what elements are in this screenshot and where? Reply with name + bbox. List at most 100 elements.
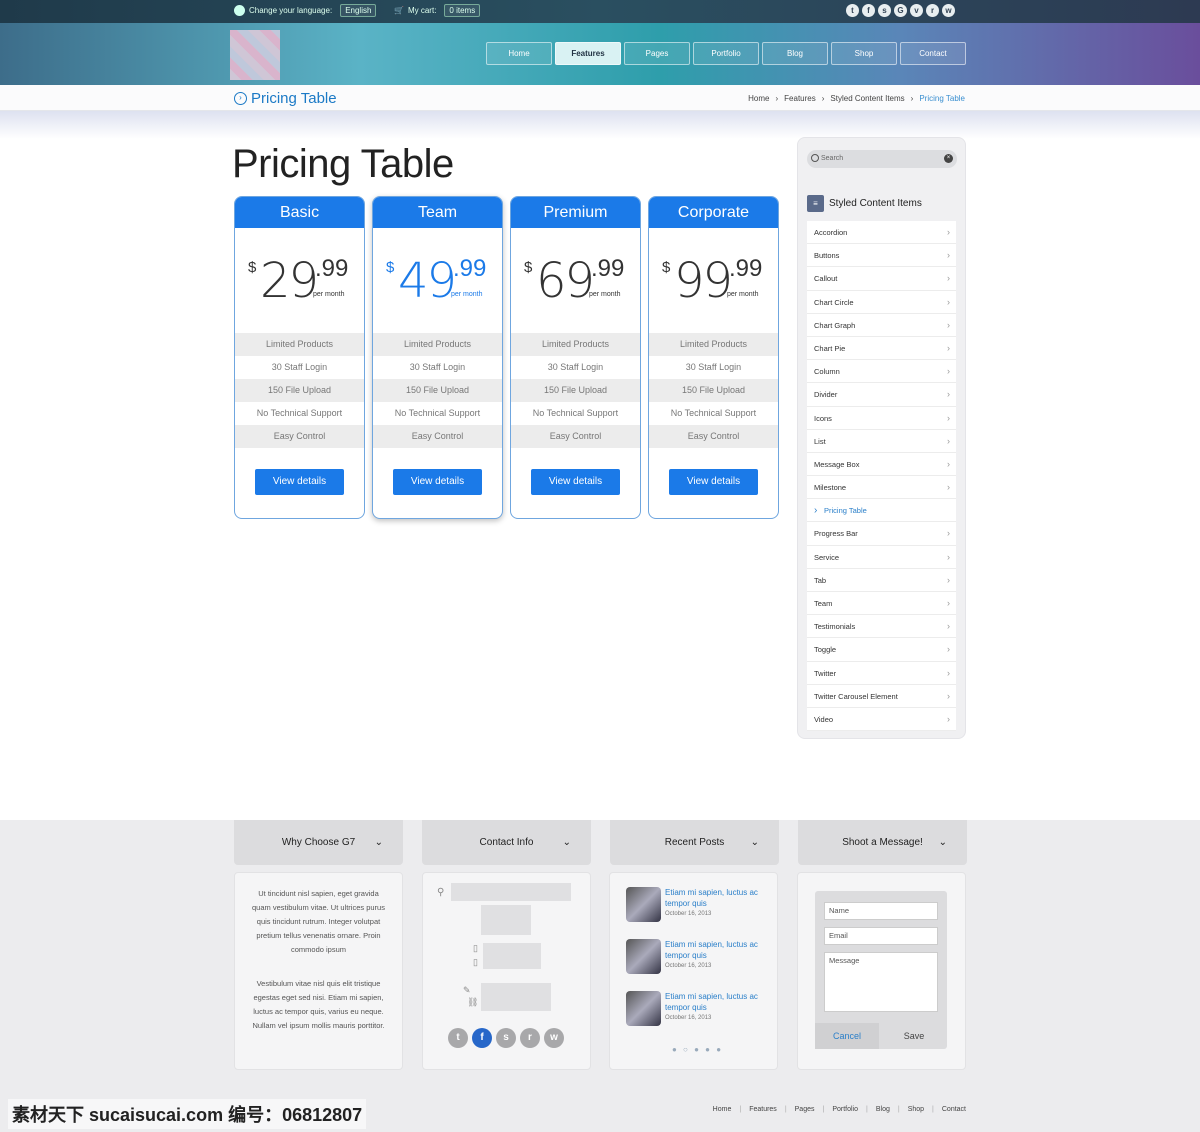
main-nav: Home Features Pages Portfolio Blog Shop … bbox=[486, 42, 966, 65]
sidebar-item[interactable]: Column bbox=[807, 360, 956, 384]
recent-post[interactable]: Etiam mi sapien, luctus ac tempor quis O… bbox=[626, 991, 766, 1033]
sidebar-item[interactable]: Toggle bbox=[807, 638, 956, 662]
price-period: per month bbox=[313, 291, 345, 298]
page-heading: Pricing Table bbox=[232, 142, 454, 186]
watermark: 素材天下 sucaisucai.com 编号：06812807 bbox=[8, 1099, 367, 1129]
nav-blog[interactable]: Blog bbox=[762, 42, 828, 65]
cart-dropdown[interactable]: 0 items bbox=[444, 4, 481, 17]
sidebar-item[interactable]: Message Box bbox=[807, 453, 956, 477]
recent-post[interactable]: Etiam mi sapien, luctus ac tempor quis O… bbox=[626, 887, 766, 929]
sidebar-item[interactable]: Chart Graph bbox=[807, 314, 956, 337]
breadcrumb-styled[interactable]: Styled Content Items bbox=[830, 94, 904, 103]
price-integer: 49 bbox=[398, 253, 457, 309]
footer-tab-posts[interactable]: Recent Posts ⌄ bbox=[610, 820, 779, 865]
footer-tab-message[interactable]: Shoot a Message! ⌄ bbox=[798, 820, 967, 865]
sidebar-item[interactable]: Video bbox=[807, 708, 956, 732]
price-currency: $ bbox=[524, 259, 533, 276]
breadcrumb-home[interactable]: Home bbox=[748, 94, 769, 103]
sidebar-item[interactable]: Buttons bbox=[807, 244, 956, 268]
site-logo[interactable] bbox=[230, 30, 280, 80]
sidebar-item[interactable]: Icons bbox=[807, 407, 956, 430]
breadcrumb-features[interactable]: Features bbox=[784, 94, 816, 103]
nav-pages[interactable]: Pages bbox=[624, 42, 690, 65]
google-icon[interactable]: G bbox=[894, 4, 907, 17]
view-details-button[interactable]: View details bbox=[669, 469, 758, 495]
footer-nav-features[interactable]: Features bbox=[749, 1106, 777, 1113]
recent-post[interactable]: Etiam mi sapien, luctus ac tempor quis O… bbox=[626, 939, 766, 981]
sidebar-item[interactable]: Twitter bbox=[807, 662, 956, 685]
twitter-icon[interactable]: t bbox=[448, 1028, 468, 1048]
sidebar-item[interactable]: List bbox=[807, 430, 956, 453]
rss-icon[interactable]: r bbox=[520, 1028, 540, 1048]
nav-features[interactable]: Features bbox=[555, 42, 621, 65]
nav-shop[interactable]: Shop bbox=[831, 42, 897, 65]
sidebar-item[interactable]: Team bbox=[807, 592, 956, 616]
email-field[interactable]: Email bbox=[824, 927, 938, 945]
name-field[interactable]: Name bbox=[824, 902, 938, 920]
search-icon bbox=[811, 154, 819, 162]
sidebar-item[interactable]: Testimonials bbox=[807, 615, 956, 639]
mobile-icon: ▯ bbox=[473, 957, 478, 967]
feature-item: Limited Products bbox=[235, 333, 364, 356]
post-title[interactable]: Etiam mi sapien, luctus ac tempor quis bbox=[665, 991, 766, 1013]
language-dropdown[interactable]: English bbox=[340, 4, 377, 17]
skype-icon[interactable]: s bbox=[496, 1028, 516, 1048]
sidebar-item-active[interactable]: Pricing Table bbox=[807, 499, 956, 523]
footer-nav-portfolio[interactable]: Portfolio bbox=[832, 1106, 858, 1113]
sidebar-item[interactable]: Progress Bar bbox=[807, 522, 956, 546]
sidebar-item[interactable]: Chart Pie bbox=[807, 337, 956, 361]
sidebar-item[interactable]: Tab bbox=[807, 569, 956, 592]
chevron-down-icon: ⌄ bbox=[938, 837, 947, 848]
feature-list: Limited Products 30 Staff Login 150 File… bbox=[511, 333, 640, 448]
sidebar-item[interactable]: Callout bbox=[807, 267, 956, 291]
why-choose-box: Ut tincidunt nisl sapien, eget gravida q… bbox=[234, 872, 403, 1070]
sidebar-item[interactable]: Chart Circle bbox=[807, 291, 956, 314]
nav-home[interactable]: Home bbox=[486, 42, 552, 65]
cancel-button[interactable]: Cancel bbox=[815, 1023, 879, 1049]
nav-portfolio[interactable]: Portfolio bbox=[693, 42, 759, 65]
sidebar-item[interactable]: Accordion bbox=[807, 221, 956, 245]
twitter-icon[interactable]: t bbox=[846, 4, 859, 17]
footer-nav-blog[interactable]: Blog bbox=[876, 1106, 890, 1113]
message-field[interactable]: Message bbox=[824, 952, 938, 1012]
feature-item: No Technical Support bbox=[394, 408, 481, 418]
post-title[interactable]: Etiam mi sapien, luctus ac tempor quis bbox=[665, 939, 766, 961]
view-details-button[interactable]: View details bbox=[255, 469, 344, 495]
sidebar-item[interactable]: Twitter Carousel Element bbox=[807, 685, 956, 708]
skype-icon[interactable]: s bbox=[878, 4, 891, 17]
clear-icon[interactable]: × bbox=[944, 154, 953, 163]
save-button[interactable]: Save bbox=[882, 1023, 946, 1049]
view-details-button[interactable]: View details bbox=[393, 469, 482, 495]
facebook-icon[interactable]: f bbox=[862, 4, 875, 17]
price-currency: $ bbox=[662, 259, 671, 276]
footer-nav-pages[interactable]: Pages bbox=[795, 1106, 815, 1113]
feature-item: No Technical Support bbox=[670, 408, 757, 418]
footer-nav: Home | Features | Pages | Portfolio | Blog | … bbox=[713, 1106, 966, 1113]
nav-contact[interactable]: Contact bbox=[900, 42, 966, 65]
sidebar-heading: ≡ Styled Content Items bbox=[807, 195, 922, 212]
price-integer: 29 bbox=[260, 253, 319, 309]
footer-nav-home[interactable]: Home bbox=[713, 1106, 732, 1113]
sidebar-item[interactable]: Service bbox=[807, 546, 956, 569]
search-input[interactable]: Search × bbox=[807, 150, 957, 168]
rss-icon[interactable]: r bbox=[926, 4, 939, 17]
footer-tab-contact[interactable]: Contact Info ⌄ bbox=[422, 820, 591, 865]
view-details-button[interactable]: View details bbox=[531, 469, 620, 495]
plan-card-team: Team $ 49 .99 per month Limited Products… bbox=[372, 196, 503, 519]
wordpress-icon[interactable]: w bbox=[942, 4, 955, 17]
header-shadow bbox=[0, 111, 1200, 139]
facebook-icon[interactable]: f bbox=[472, 1028, 492, 1048]
feature-list: Limited Products 30 Staff Login 150 File… bbox=[649, 333, 778, 448]
footer-tab-why[interactable]: Why Choose G7 ⌄ bbox=[234, 820, 403, 865]
sidebar-item[interactable]: Divider bbox=[807, 383, 956, 407]
post-title[interactable]: Etiam mi sapien, luctus ac tempor quis bbox=[665, 887, 766, 909]
sidebar-item[interactable]: Milestone bbox=[807, 476, 956, 500]
carousel-dots[interactable]: ● ○ ● ● ● bbox=[672, 1045, 723, 1054]
footer-nav-shop[interactable]: Shop bbox=[908, 1106, 924, 1113]
email-blurred bbox=[481, 983, 551, 1011]
feature-item: No Technical Support bbox=[256, 408, 343, 418]
wordpress-icon[interactable]: w bbox=[544, 1028, 564, 1048]
footer-nav-contact[interactable]: Contact bbox=[942, 1106, 966, 1113]
vimeo-icon[interactable]: v bbox=[910, 4, 923, 17]
feature-item: Easy Control bbox=[511, 425, 640, 448]
